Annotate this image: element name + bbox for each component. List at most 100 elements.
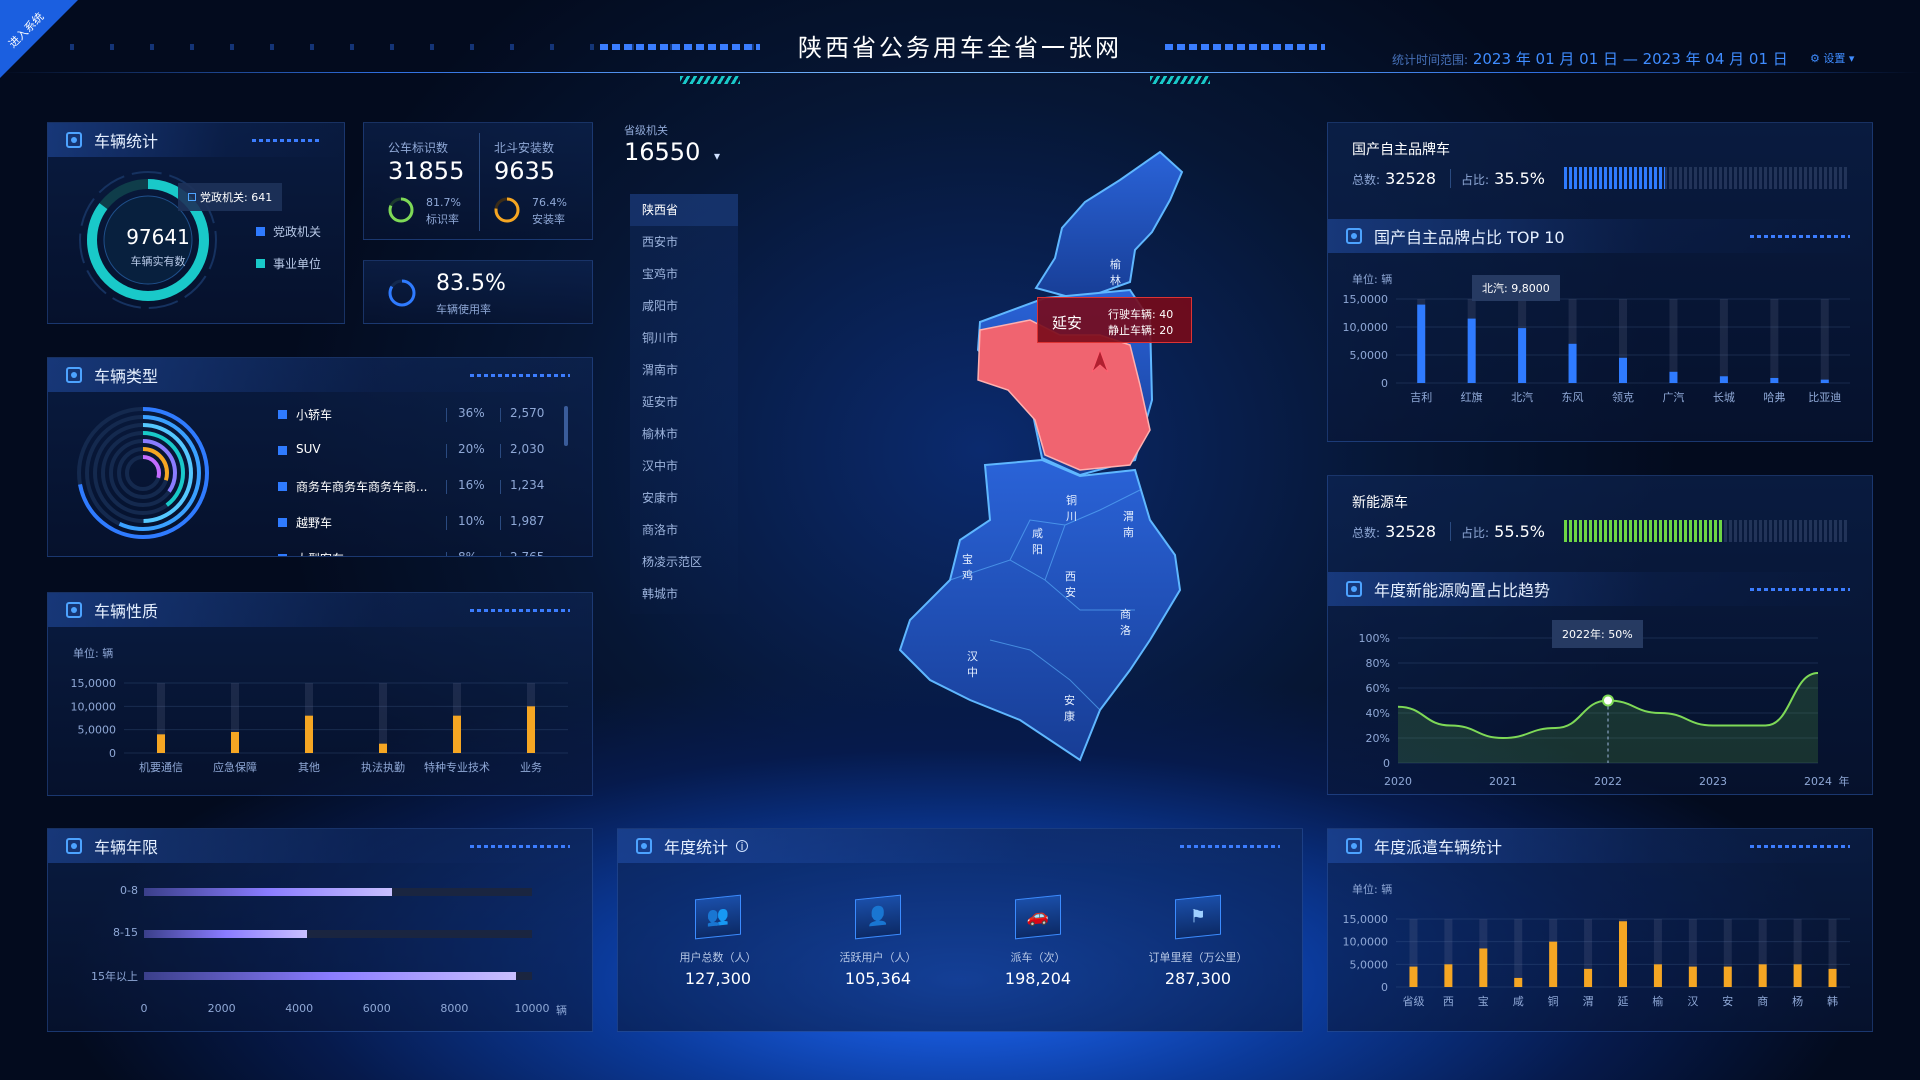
type-row[interactable]: 商务车商务车商务车商... 16% 1,234 [278,478,558,498]
bar[interactable] [1619,921,1627,987]
city-item[interactable]: 安康市 [630,482,738,514]
city-item[interactable]: 汉中市 [630,450,738,482]
type-row[interactable]: 越野车 10% 1,987 [278,514,558,534]
bar[interactable] [1758,964,1767,987]
x-tick-label: 机要通信 [139,760,183,774]
map-region-label[interactable]: 安康 [1064,692,1075,724]
top10-brand-chart[interactable]: 0 5,0000 10,0000 15,0000 吉利 红旗 北汽 东风 领克 广汽 长城 哈弗 比亚迪 [1328,289,1874,443]
bar[interactable] [1568,343,1577,383]
map-region-label[interactable]: 铜川 [1066,492,1077,524]
bar-track [1770,299,1779,383]
vehicle-nature-chart[interactable]: 0 5,0000 10,0000 15,0000 机要通信 应急保障 其他 执法执勤 特种专业技… [48,663,594,797]
focus-point[interactable] [1602,694,1614,707]
chart-tooltip: 北汽: 9,8000 [1472,275,1560,301]
bar[interactable] [1467,318,1476,383]
x-tick-label: 铜 [1548,994,1559,1008]
vehicle-types-radial-chart[interactable] [73,403,213,543]
legend-label: 事业单位 [273,257,322,271]
settings-button[interactable]: ⚙ 设置 ▾ [1810,50,1854,66]
nev-ratio: 占比: 55.5% [1450,522,1545,541]
map-region-label[interactable]: 宝鸡 [962,551,973,583]
org-selector[interactable]: 16550 ▾ [624,138,734,166]
dispatch-chart[interactable]: 0 5,0000 10,0000 15,0000 省级 西 宝 咸 铜 渭 延 榆 汉 安 商 杨 韩 [1328,899,1874,1033]
city-item[interactable]: 宝鸡市 [630,258,738,290]
bar[interactable] [144,972,517,980]
map-region-label[interactable]: 商洛 [1120,606,1131,638]
usage-label: 车辆使用率 [436,303,491,316]
type-name: 小轿车 [296,408,333,422]
bar[interactable] [144,888,393,896]
city-item[interactable]: 陕西省 [630,194,738,226]
map-region-label[interactable]: 咸阳 [1032,525,1043,557]
annual-stat: 👥 用户总数（人） 127,300 [658,894,778,988]
total-value: 32528 [1385,522,1437,541]
x-tick-label: 韩 [1827,994,1838,1008]
bar[interactable] [1669,371,1678,383]
date-range-end[interactable]: 2023 年 04 月 01 日 [1643,50,1788,68]
bar[interactable] [379,743,387,753]
city-item[interactable]: 西安市 [630,226,738,258]
city-item[interactable]: 渭南市 [630,354,738,386]
map-region-label[interactable]: 渭南 [1123,508,1134,540]
legend-item[interactable]: 党政机关 [256,223,321,240]
bar[interactable] [527,706,535,753]
x-unit-label: 年 [1839,774,1850,788]
bar[interactable] [1549,941,1558,987]
bar[interactable] [1619,357,1627,383]
bar[interactable] [1820,379,1829,383]
kpi-panel: 公车标识数 31855 81.7% 标识率 北斗安装数 9635 76.4% 安… [363,122,593,240]
panel-title: 车辆统计 [94,132,159,151]
map-region-label[interactable]: 榆林 [1110,256,1121,288]
bar[interactable] [1444,964,1453,987]
beidou-rate-label: 安装率 [532,213,565,226]
city-item[interactable]: 延安市 [630,386,738,418]
city-item[interactable]: 咸阳市 [630,290,738,322]
type-pct: 36% [458,406,485,420]
info-icon[interactable]: i [736,840,749,852]
user-icon: 👤 [855,894,901,940]
bar[interactable] [231,732,239,753]
bar[interactable] [1518,328,1527,383]
city-item[interactable]: 榆林市 [630,418,738,450]
city-item[interactable]: 铜川市 [630,322,738,354]
bar[interactable] [305,715,313,753]
bar[interactable] [1514,977,1523,987]
city-item[interactable]: 商洛市 [630,514,738,546]
legend-label: 党政机关 [273,225,322,239]
date-range[interactable]: 统计时间范围: 2023 年 01 月 01 日 — 2023 年 04 月 0… [1392,48,1788,69]
y-tick-label: 15年以上 [91,970,138,983]
date-range-start[interactable]: 2023 年 01 月 01 日 [1473,50,1618,68]
bar[interactable] [144,930,307,938]
bar[interactable] [1417,304,1426,383]
type-pct: 16% [458,478,485,492]
bar[interactable] [1723,966,1732,987]
bar[interactable] [1584,968,1593,987]
province-map[interactable] [830,140,1230,780]
bar[interactable] [157,734,165,753]
legend-item[interactable]: 事业单位 [256,255,321,272]
type-row[interactable]: 大型客车 8% 2,765 [278,550,558,556]
type-pct: 20% [458,442,485,456]
scrollbar[interactable] [564,406,568,446]
bar[interactable] [1409,966,1418,987]
city-item[interactable]: 杨凌示范区 [630,546,738,578]
x-tick-label: 东风 [1562,391,1584,404]
popup-line-2: 静止车辆: 20 [1108,324,1174,337]
y-tick-label: 15,0000 [71,677,117,690]
annual-stat: 🚗 派车（次） 198,204 [978,894,1098,988]
bar[interactable] [1793,964,1802,987]
bar[interactable] [1770,377,1779,383]
bar[interactable] [1719,376,1728,383]
bar[interactable] [453,715,461,753]
bar[interactable] [1479,948,1488,987]
bar[interactable] [1653,964,1662,987]
type-row[interactable]: SUV 20% 2,030 [278,442,558,462]
map-region-label[interactable]: 西安 [1065,568,1076,600]
map-region [898,458,1182,762]
y-tick-label: 0 [1383,757,1390,770]
map-region-label[interactable]: 汉中 [967,648,978,680]
city-item[interactable]: 韩城市 [630,578,738,610]
type-row[interactable]: 小轿车 36% 2,570 [278,406,558,426]
bar[interactable] [1688,966,1697,987]
bar[interactable] [1828,968,1837,987]
